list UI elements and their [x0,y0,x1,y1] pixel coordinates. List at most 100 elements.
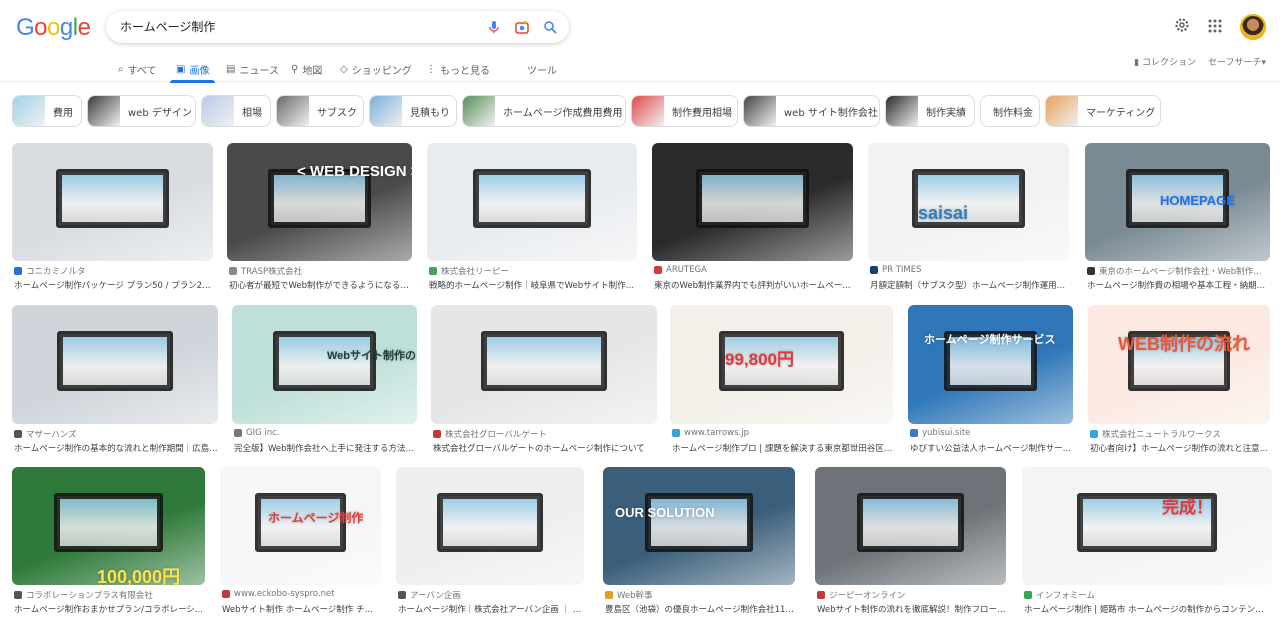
result-title[interactable]: ホームページ制作費の相場や基本工程・納期に... [1087,279,1270,291]
result-thumbnail[interactable]: 99,800円 [670,305,893,424]
result-thumbnail[interactable]: Webサイト制作の ポイント [232,305,417,424]
collections-link[interactable]: ▮ コレクション [1134,55,1196,68]
microphone-icon[interactable] [487,19,501,34]
result-title[interactable]: 初心者向け】ホームページ制作の流れと注意点... [1090,442,1270,454]
result-thumbnail[interactable]: OUR SOLUTION [603,467,795,585]
result-thumbnail[interactable] [815,467,1006,585]
apps-icon[interactable] [1208,18,1222,37]
result-title[interactable]: 豊島区（池袋）の優良ホームページ制作会社11社... [605,603,795,615]
image-result[interactable]: ホームページ制作サービス yubisui.site ゆびすい公益法人ホームページ制作… [908,305,1073,458]
result-thumbnail[interactable]: 完成！ [1022,467,1272,585]
result-title[interactable]: ホームページ制作｜株式会社アーバン企画 ｜ 横... [398,603,584,615]
search-box[interactable]: ホームページ制作 [106,11,569,43]
avatar[interactable] [1240,14,1266,40]
result-source[interactable]: 株式会社ニュートラルワークス [1090,428,1270,440]
camera-icon[interactable] [515,19,529,34]
result-source[interactable]: コラボレーションプラス有限会社 [14,589,205,601]
result-source[interactable]: アーバン企画 [398,589,584,601]
result-title[interactable]: 戦略的ホームページ制作｜岐阜県でWebサイト制作な... [429,279,637,291]
result-source[interactable]: GIG inc. [234,428,417,438]
result-thumbnail[interactable] [427,143,637,261]
image-result[interactable]: HOMEPAGE 東京のホームページ制作会社・Web制作会社 ホームページ制作費の相… [1085,143,1270,295]
related-chip[interactable]: 制作料金 [980,95,1040,127]
result-title[interactable]: 月額定額制（サブスク型）ホームページ制作運用プ... [870,279,1069,291]
image-result[interactable]: 株式会社リーピー 戦略的ホームページ制作｜岐阜県でWebサイト制作な... [427,143,637,295]
related-chip[interactable]: 制作費用相場 [631,95,738,127]
result-title[interactable]: 株式会社グローバルゲートのホームページ制作について [433,442,657,454]
related-chip[interactable]: サブスク [276,95,364,127]
image-result[interactable]: OUR SOLUTION Web幹事豊島区（池袋）の優良ホームページ制作会社11社… [603,467,795,619]
result-source[interactable]: TRASP株式会社 [229,265,412,277]
result-thumbnail[interactable] [12,143,213,261]
result-thumbnail[interactable]: saisai [868,143,1069,261]
tab-more[interactable]: ⋮ もっと見る [426,62,490,77]
related-chip[interactable]: 相場 [201,95,271,127]
result-source[interactable]: 東京のホームページ制作会社・Web制作会社 [1087,265,1270,277]
result-thumbnail[interactable] [12,305,218,424]
result-source[interactable]: Web幹事 [605,589,795,601]
google-logo[interactable]: Google [16,14,91,42]
result-thumbnail[interactable]: ホームページ制作 [220,467,381,585]
related-chip[interactable]: 見積もり [369,95,457,127]
tab-maps[interactable]: ⚲ 地図 [291,62,322,77]
result-source[interactable]: ジーピーオンライン [817,589,1006,601]
result-title[interactable]: Webサイト制作 ホームページ制作 チラシ... [222,603,381,615]
safesearch-button[interactable]: セーフサーチ▾ [1208,55,1266,68]
tab-shopping[interactable]: ◇ ショッピング [340,62,412,77]
result-thumbnail[interactable]: WEB制作の流れ [1088,305,1270,424]
result-title[interactable]: 東京のWeb制作業界内でも評判がいいホームページ... [654,279,853,291]
result-title[interactable]: ホームページ制作の基本的な流れと制作期間｜広島の... [14,442,218,454]
result-source[interactable]: www.eckobo-syspro.net [222,589,381,599]
result-source[interactable]: www.tarrows.jp [672,428,893,438]
result-thumbnail[interactable] [396,467,584,585]
result-title[interactable]: ホームページ制作パッケージ プラン50 / プラン20 /... [14,279,213,291]
related-chip[interactable]: マーケティング [1045,95,1161,127]
image-result[interactable]: saisai PR TIMES 月額定額制（サブスク型）ホームページ制作運用プ... [868,143,1069,295]
image-result[interactable]: 100,000円コラボレーションプラス有限会社 ホームページ制作おまかせプラン/コ… [12,467,205,619]
image-result[interactable]: < WEB DESIGN > TRASP株式会社 初心者が最短でWeb制作ができるよ… [227,143,412,295]
image-result[interactable]: ARUTEGA 東京のWeb制作業界内でも評判がいいホームページ... [652,143,853,295]
image-result[interactable]: アーバン企画 ホームページ制作｜株式会社アーバン企画 ｜ 横... [396,467,584,619]
result-source[interactable]: コニカミノルタ [14,265,213,277]
related-chip[interactable]: ホームページ作成費用費用 [462,95,626,127]
result-source[interactable]: 株式会社リーピー [429,265,637,277]
result-source[interactable]: インフォミーム [1024,589,1272,601]
result-title[interactable]: ゆびすい公益法人ホームページ制作サービ... [910,442,1073,454]
result-thumbnail[interactable] [652,143,853,261]
result-title[interactable]: 初心者が最短でWeb制作ができるようになる方... [229,279,412,291]
result-thumbnail[interactable]: 100,000円 [12,467,205,585]
search-icon[interactable] [543,19,557,34]
tools-button[interactable]: ツール [527,62,557,77]
result-source[interactable]: マザーハンズ [14,428,218,440]
image-result[interactable]: ジーピーオンライン Webサイト制作の流れを徹底解説！制作フローの... [815,467,1006,619]
related-chip[interactable]: web デザイン [87,95,196,127]
result-title[interactable]: ホームページ制作おまかせプラン/コラボレーシ... [14,603,205,615]
image-result[interactable]: 株式会社グローバルゲート 株式会社グローバルゲートのホームページ制作について [431,305,657,458]
result-thumbnail[interactable]: HOMEPAGE [1085,143,1270,261]
result-title[interactable]: 完全版】Web制作会社へ上手に発注する方法と... [234,442,417,454]
result-title[interactable]: ホームページ制作プロ | 課題を解決する東京都世田谷区の... [672,442,893,454]
image-result[interactable]: マザーハンズ ホームページ制作の基本的な流れと制作期間｜広島の... [12,305,218,458]
result-source[interactable]: yubisui.site [910,428,1073,438]
related-chip[interactable]: 制作実績 [885,95,975,127]
image-result[interactable]: コニカミノルタ ホームページ制作パッケージ プラン50 / プラン20 /... [12,143,213,295]
result-thumbnail[interactable] [431,305,657,424]
related-chip[interactable]: web サイト制作会社 [743,95,880,127]
image-result[interactable]: WEB制作の流れ株式会社ニュートラルワークス 初心者向け】ホームページ制作の流れと… [1088,305,1270,458]
result-title[interactable]: ホームページ制作 | 姫路市 ホームページの制作からコンテンツの... [1024,603,1272,615]
result-thumbnail[interactable]: ホームページ制作サービス [908,305,1073,424]
tab-news[interactable]: ▤ ニュース [226,62,279,77]
result-source[interactable]: PR TIMES [870,265,1069,275]
result-source[interactable]: ARUTEGA [654,265,853,275]
tab-all[interactable]: ⌕ すべて [118,62,157,77]
image-result[interactable]: 99,800円 www.tarrows.jp ホームページ制作プロ | 課題を解決す… [670,305,893,458]
image-result[interactable]: Webサイト制作の ポイント GIG inc. 完全版】Web制作会社へ上手に発注す… [232,305,417,458]
search-input[interactable]: ホームページ制作 [120,18,215,35]
tab-images[interactable]: ▣ 画像 [169,62,216,83]
related-chip[interactable]: 費用 [12,95,82,127]
result-thumbnail[interactable]: < WEB DESIGN > [227,143,412,261]
image-result[interactable]: ホームページ制作 www.eckobo-syspro.net Webサイト制作 ホー… [220,467,381,619]
result-title[interactable]: Webサイト制作の流れを徹底解説！制作フローの... [817,603,1006,615]
result-source[interactable]: 株式会社グローバルゲート [433,428,657,440]
gear-icon[interactable] [1174,17,1190,37]
